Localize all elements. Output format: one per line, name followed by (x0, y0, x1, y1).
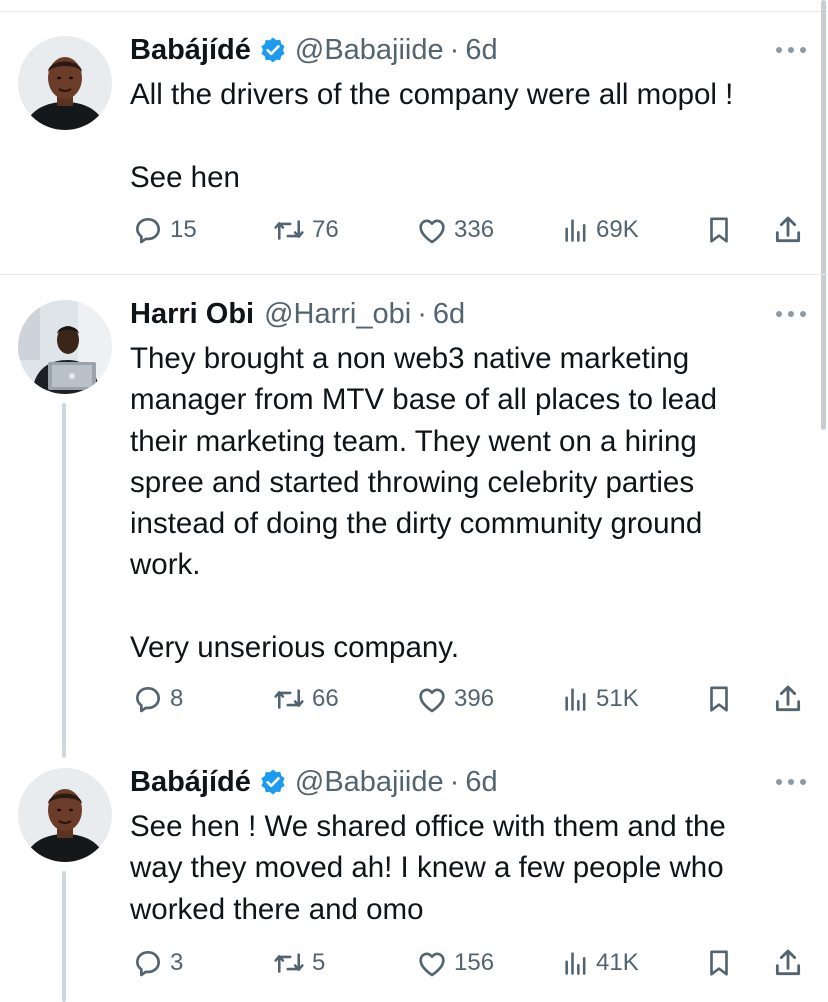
like-icon (416, 215, 448, 245)
avatar[interactable] (18, 768, 112, 862)
tweet-text: See hen ! We shared office with them and… (130, 806, 810, 930)
repost-button[interactable]: 76 (272, 212, 339, 248)
verified-badge-icon (259, 768, 287, 796)
bookmark-icon (704, 947, 734, 979)
separator-dot: · (449, 33, 460, 66)
repost-count: 5 (312, 949, 326, 976)
tweet-header: Babájídé @Babajiide · 6d (130, 30, 498, 70)
share-icon (772, 214, 804, 246)
tweet-actions: 3 5 156 41K (130, 945, 810, 981)
like-button[interactable]: 396 (416, 681, 494, 717)
reply-icon (132, 683, 164, 715)
views-count: 51K (596, 685, 639, 712)
like-count: 396 (454, 685, 495, 712)
bookmark-button[interactable] (704, 945, 734, 981)
bookmark-icon (704, 683, 734, 715)
share-icon (772, 683, 804, 715)
author-name[interactable]: Harri Obi (130, 298, 254, 331)
views-icon (562, 216, 590, 244)
thread-line (62, 403, 66, 758)
tweet-line: See hen ! We shared office with them and… (130, 810, 726, 843)
tweet-line: work. (130, 548, 201, 582)
tweet-age[interactable]: 6d (465, 34, 497, 67)
tweet-line: instead of doing the dirty community gro… (130, 507, 703, 541)
reply-button[interactable]: 15 (132, 212, 197, 248)
reply-icon (132, 947, 164, 979)
share-icon (772, 947, 804, 979)
tweet-line: See hen (130, 160, 240, 194)
repost-icon (272, 215, 306, 245)
views-count: 41K (596, 949, 639, 976)
tweet-line: way they moved ah! I knew a few people w… (130, 851, 724, 885)
views-icon (562, 949, 590, 977)
bookmark-button[interactable] (704, 681, 734, 717)
tweet-text: All the drivers of the company were all … (130, 74, 810, 198)
like-icon (416, 948, 448, 978)
tweet-line: All the drivers of the company were all … (130, 78, 734, 111)
avatar[interactable] (18, 300, 112, 394)
share-button[interactable] (772, 945, 804, 981)
like-icon (416, 684, 448, 714)
tweet[interactable]: Babájídé @Babajiide · 6d All the drivers… (0, 0, 828, 274)
bookmark-icon (704, 214, 734, 246)
like-button[interactable]: 156 (416, 945, 494, 981)
tweet-line: They brought a non web3 native marketing (130, 342, 690, 375)
separator-dot: · (417, 297, 427, 330)
share-button[interactable] (772, 681, 804, 717)
bookmark-button[interactable] (704, 212, 734, 248)
repost-button[interactable]: 5 (272, 945, 325, 981)
views-icon (562, 685, 590, 713)
reply-count: 3 (170, 949, 184, 976)
avatar[interactable] (18, 36, 112, 130)
repost-count: 76 (312, 216, 339, 243)
tweet-actions: 8 66 396 51K (130, 681, 810, 717)
author-name[interactable]: Babájídé (130, 34, 251, 67)
tweet-age[interactable]: 6d (465, 766, 497, 799)
like-button[interactable]: 336 (416, 212, 494, 248)
reply-count: 15 (170, 216, 197, 243)
tweet-header: Babájídé @Babajiide · 6d (130, 762, 498, 802)
tweet-text: They brought a non web3 native marketing… (130, 338, 810, 668)
tweet-actions: 15 76 336 69K (130, 212, 810, 248)
tweet-line: worked there and omo (130, 892, 424, 926)
repost-count: 66 (312, 685, 339, 712)
tweet-line: Very unserious company. (130, 631, 460, 665)
repost-icon (272, 684, 306, 714)
tweet-line: their marketing team. They went on a hir… (130, 424, 697, 458)
tweet-line: manager from MTV base of all places to l… (130, 383, 718, 417)
author-name[interactable]: Babájídé (130, 766, 251, 799)
more-icon[interactable] (776, 44, 806, 56)
tweet[interactable]: Babájídé @Babajiide · 6d See hen ! We sh… (0, 755, 828, 1002)
like-count: 156 (454, 949, 495, 976)
tweet-line: spree and started throwing celebrity par… (130, 465, 695, 499)
reply-icon (132, 214, 164, 246)
author-handle[interactable]: @Harri_obi (264, 298, 411, 331)
share-button[interactable] (772, 212, 804, 248)
reply-button[interactable]: 8 (132, 681, 183, 717)
tweet-header: Harri Obi @Harri_obi · 6d (130, 294, 465, 334)
repost-button[interactable]: 66 (272, 681, 339, 717)
separator-dot: · (449, 765, 460, 798)
author-handle[interactable]: @Babajiide (295, 34, 444, 67)
more-icon[interactable] (776, 776, 806, 788)
more-icon[interactable] (776, 308, 806, 320)
reply-button[interactable]: 3 (132, 945, 183, 981)
views-button[interactable]: 69K (562, 212, 639, 248)
verified-badge-icon (259, 36, 287, 64)
views-button[interactable]: 51K (562, 681, 639, 717)
tweet[interactable]: Harri Obi @Harri_obi · 6d They brought a… (0, 275, 828, 758)
like-count: 336 (454, 216, 495, 243)
tweet-age[interactable]: 6d (433, 298, 465, 331)
reply-count: 8 (170, 685, 184, 712)
views-count: 69K (596, 216, 639, 243)
repost-icon (272, 948, 306, 978)
views-button[interactable]: 41K (562, 945, 639, 981)
thread-line (62, 871, 66, 1002)
author-handle[interactable]: @Babajiide (295, 766, 444, 799)
